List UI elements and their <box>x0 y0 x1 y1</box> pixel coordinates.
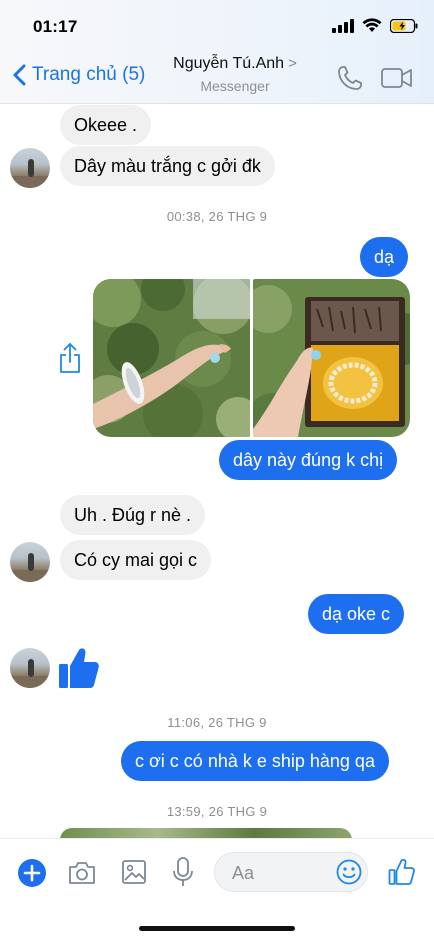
phone-icon[interactable] <box>336 64 364 92</box>
chevron-right-icon: > <box>288 55 297 72</box>
incoming-message[interactable]: Dây màu trắng c gởi đk <box>60 146 275 186</box>
outgoing-message[interactable]: dạ oke c <box>308 594 405 634</box>
thumbs-up-icon[interactable] <box>57 646 99 690</box>
timestamp: 13:59, 26 THG 9 <box>166 804 268 819</box>
status-icons <box>332 18 418 33</box>
timestamp: 00:38, 26 THG 9 <box>166 209 268 224</box>
contact-name: Nguyễn Tú.Anh <box>173 55 285 72</box>
status-time: 01:17 <box>33 17 78 36</box>
gallery-icon[interactable] <box>122 859 146 885</box>
back-button[interactable]: Trang chủ (5) <box>10 64 145 86</box>
contact-subtitle: Messenger <box>200 78 270 94</box>
thumbs-up-icon[interactable] <box>388 858 415 886</box>
camera-icon[interactable] <box>68 861 96 885</box>
back-label: Trang chủ (5) <box>32 64 146 85</box>
wifi-icon <box>362 18 382 32</box>
outgoing-message[interactable]: dây này đúng k chị <box>219 440 398 480</box>
avatar[interactable] <box>10 648 50 688</box>
incoming-message[interactable]: Có cy mai gọi c <box>60 540 212 580</box>
photo-bracelet-on-wrist[interactable] <box>93 279 250 437</box>
signal-icon <box>332 18 354 33</box>
top-bar: 01:17 Trang chủ (5) Nguyễn Tú.Anh > Mess… <box>0 0 434 104</box>
emoji-icon[interactable] <box>336 859 362 885</box>
conversation-title[interactable]: Nguyễn Tú.Anh > Messenger <box>160 55 310 94</box>
incoming-message[interactable]: Okeee . <box>60 105 152 145</box>
message-input-placeholder: Aa <box>232 863 255 883</box>
microphone-icon[interactable] <box>172 857 194 887</box>
plus-icon[interactable] <box>18 859 46 887</box>
battery-icon <box>390 18 418 33</box>
share-icon[interactable] <box>57 341 83 375</box>
outgoing-message[interactable]: c ơi c có nhà k e ship hàng qa <box>121 741 389 781</box>
avatar[interactable] <box>10 148 50 188</box>
incoming-message[interactable]: Uh . Đúg r nè . <box>60 495 206 535</box>
avatar[interactable] <box>10 542 50 582</box>
outgoing-message[interactable]: dạ <box>360 237 409 277</box>
timestamp: 11:06, 26 THG 9 <box>167 715 267 730</box>
home-indicator[interactable] <box>139 926 295 931</box>
video-call-icon[interactable] <box>381 67 413 89</box>
photo-bracelet-in-box[interactable] <box>253 279 410 437</box>
chevron-left-icon <box>13 64 26 86</box>
